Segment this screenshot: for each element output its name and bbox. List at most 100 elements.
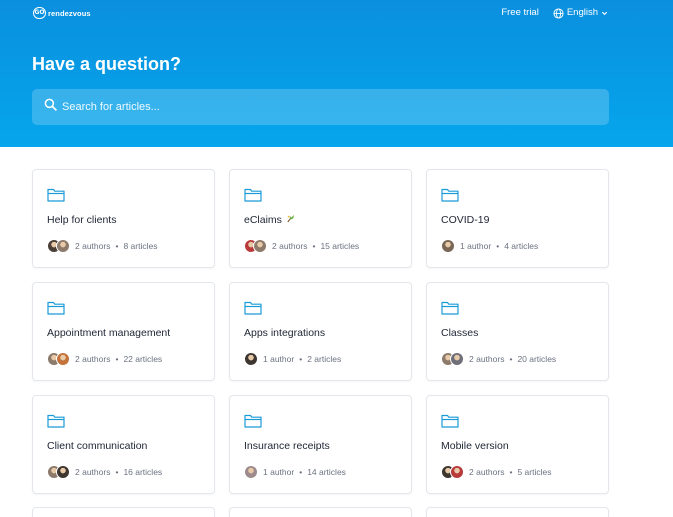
collection-title: Appointment management (47, 327, 171, 339)
collection-title: eClaims (244, 214, 282, 226)
author-count: 2 authors (75, 240, 111, 251)
meta-separator: • (299, 466, 303, 477)
article-count: 20 articles (517, 353, 557, 364)
author-avatars (441, 238, 455, 253)
collection-title-row: Help for clients (47, 214, 116, 227)
collection-card[interactable]: Mobile version 2 authors • 5 articles (426, 395, 609, 494)
author-count: 2 authors (272, 240, 308, 251)
article-count: 5 articles (517, 466, 552, 477)
author-avatars (47, 351, 70, 366)
author-count: 2 authors (469, 353, 505, 364)
collection-card-partial[interactable] (229, 507, 412, 517)
avatar (244, 351, 258, 366)
folder-icon (47, 413, 65, 433)
collection-card[interactable]: Classes 2 authors • 20 articles (426, 282, 609, 381)
collection-card[interactable]: Insurance receipts 1 author • 14 article… (229, 395, 412, 494)
search-icon (44, 98, 57, 116)
article-count: 22 articles (123, 353, 163, 364)
free-trial-link[interactable]: Free trial (501, 7, 538, 19)
article-count: 8 articles (123, 240, 158, 251)
collection-meta: 2 authors • 20 articles (441, 351, 556, 366)
author-count: 2 authors (75, 466, 111, 477)
top-nav: Free trial English (501, 7, 608, 19)
author-avatars (244, 351, 258, 366)
author-avatars (47, 464, 70, 479)
folder-icon (441, 187, 459, 207)
author-avatars (441, 464, 464, 479)
collection-title-row: Mobile version (441, 440, 509, 453)
collection-card[interactable]: Client communication 2 authors • 16 arti… (32, 395, 215, 494)
folder-icon (441, 413, 459, 433)
article-count: 15 articles (320, 240, 360, 251)
folder-icon (441, 300, 459, 320)
collection-meta: 1 author • 4 articles (441, 238, 538, 253)
collection-meta: 2 authors • 5 articles (441, 464, 551, 479)
collection-title: Insurance receipts (244, 440, 330, 452)
article-count: 2 articles (307, 353, 342, 364)
collection-meta: 2 authors • 8 articles (47, 238, 157, 253)
meta-separator: • (496, 240, 500, 251)
avatar (253, 238, 267, 253)
collection-card-partial[interactable] (32, 507, 215, 517)
collection-title-row: eClaims (244, 214, 295, 227)
avatar (244, 464, 258, 479)
language-label: English (566, 7, 598, 18)
folder-icon (47, 187, 65, 207)
author-avatars (244, 464, 258, 479)
avatar (56, 464, 70, 479)
collection-card[interactable]: COVID-19 1 author • 4 articles (426, 169, 609, 268)
collection-title: Mobile version (441, 440, 509, 452)
collection-meta: 1 author • 14 articles (244, 464, 346, 479)
collection-card[interactable]: Appointment management 2 authors • 22 ar… (32, 282, 215, 381)
collection-card-partial[interactable] (426, 507, 609, 517)
meta-separator: • (115, 466, 119, 477)
avatar (56, 238, 70, 253)
language-selector[interactable]: English (553, 7, 608, 19)
collection-card[interactable]: Help for clients 2 authors • 8 articles (32, 169, 215, 268)
meta-separator: • (115, 353, 119, 364)
collection-card[interactable]: Apps integrations 1 author • 2 articles (229, 282, 412, 381)
logo-mark: GO (33, 7, 46, 19)
collection-title: Client communication (47, 440, 148, 452)
collection-title-row: Insurance receipts (244, 440, 330, 453)
globe-icon (553, 7, 564, 19)
author-count: 1 author (460, 240, 492, 251)
collection-title-row: Apps integrations (244, 327, 325, 340)
folder-icon (47, 300, 65, 320)
collection-card[interactable]: eClaims 2 authors • 15 articles (229, 169, 412, 268)
collection-meta: 2 authors • 16 articles (47, 464, 162, 479)
collection-title: COVID-19 (441, 214, 490, 226)
logo-text: rendezvous (48, 8, 91, 18)
collection-title: Apps integrations (244, 327, 326, 339)
article-count: 14 articles (307, 466, 346, 477)
avatar (441, 238, 455, 253)
author-avatars (441, 351, 464, 366)
collection-title-row: Classes (441, 327, 478, 340)
meta-separator: • (115, 240, 119, 251)
article-count: 4 articles (504, 240, 539, 251)
collection-title-row: Client communication (47, 440, 147, 453)
search-bar[interactable] (32, 89, 609, 125)
author-count: 2 authors (75, 353, 111, 364)
author-count: 1 author (263, 466, 295, 477)
folder-icon (244, 300, 262, 320)
page-title: Have a question? (32, 54, 182, 74)
meta-separator: • (509, 353, 513, 364)
author-count: 2 authors (469, 466, 505, 477)
avatar (450, 464, 464, 479)
search-input[interactable] (62, 89, 609, 125)
brand-logo[interactable]: GO rendezvous (33, 7, 91, 19)
folder-icon (244, 187, 262, 207)
collection-meta: 1 author • 2 articles (244, 351, 341, 366)
chevron-down-icon (601, 10, 608, 17)
collection-meta: 2 authors • 15 articles (244, 238, 359, 253)
meta-separator: • (299, 353, 303, 364)
collection-title: Help for clients (47, 214, 117, 226)
meta-separator: • (312, 240, 316, 251)
collection-title: Classes (441, 327, 479, 339)
avatar (56, 351, 70, 366)
meta-separator: • (509, 466, 513, 477)
folder-icon (244, 413, 262, 433)
author-count: 1 author (263, 353, 295, 364)
collection-title-row: Appointment management (47, 327, 170, 340)
